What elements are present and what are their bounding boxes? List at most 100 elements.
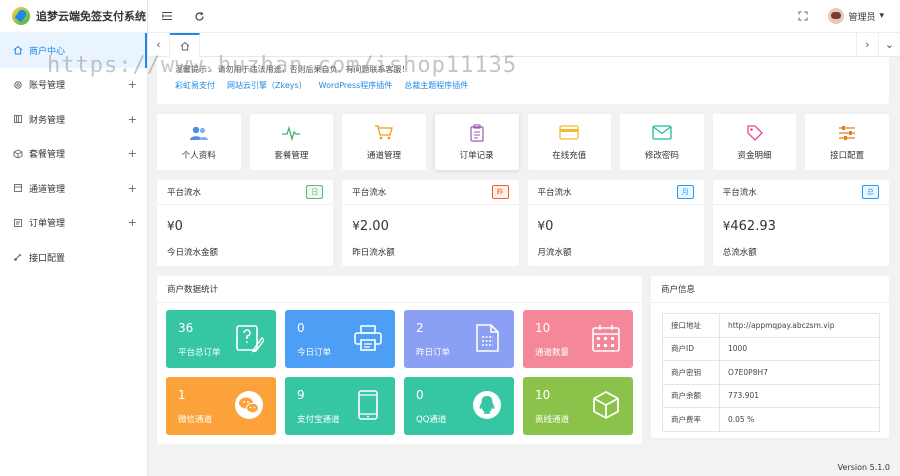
ledger-icon (12, 113, 24, 125)
menu-toggle-icon[interactable] (158, 7, 176, 25)
tile-wechat-channel[interactable]: 1 微信通道 (166, 377, 276, 435)
quick-change-password[interactable]: 修改密码 (620, 114, 704, 170)
tab-scroll-right-icon[interactable]: › (856, 32, 878, 57)
tab-menu-chevron-down-icon[interactable]: ⌄ (878, 32, 900, 57)
quick-label: 修改密码 (644, 150, 679, 161)
notice-link[interactable]: 网站云引擎（Zkeys） (227, 80, 307, 91)
notice-links: 彩虹易支付 网站云引擎（Zkeys） WordPress程序插件 总裁主题程序插… (175, 80, 871, 91)
quick-funds[interactable]: 资金明细 (712, 114, 797, 170)
stat-card-month: 平台流水 月 ¥0 月流水额 (527, 180, 704, 266)
order-icon (12, 217, 24, 229)
info-key: 商户余额 (662, 383, 720, 408)
stat-cards: 平台流水 日 ¥0 今日流水金额 平台流水 昨 ¥2.00 昨日流水额 平台流水 月 … (157, 180, 889, 266)
pulse-icon (281, 124, 301, 142)
expand-icon[interactable]: + (128, 113, 137, 126)
stat-card-total: 平台流水 总 ¥462.93 总流水额 (712, 180, 889, 266)
sidebar-item-package[interactable]: 套餐管理 + (0, 137, 147, 172)
notice-link[interactable]: 彩虹易支付 (175, 80, 215, 91)
stat-value: ¥0 (167, 219, 183, 234)
app-logo[interactable]: 追梦云端免签支付系统 (0, 0, 147, 33)
stat-label: 今日流水金额 (167, 248, 219, 258)
app-title: 追梦云端免签支付系统 (36, 10, 146, 23)
info-key: 接口地址 (662, 313, 720, 338)
stat-card-today: 平台流水 日 ¥0 今日流水金额 (157, 180, 334, 266)
quick-channel[interactable]: 通道管理 (342, 114, 426, 170)
rocket-logo-icon (12, 7, 30, 25)
tile-yesterday-orders[interactable]: 2 昨日订单 (404, 310, 514, 368)
status-badge: 昨 (491, 185, 509, 199)
sidebar-item-label: 通道管理 (29, 184, 66, 195)
version-text: Version 5.1.0 (837, 463, 890, 472)
tile-alipay-channel[interactable]: 9 支付宝通道 (285, 377, 395, 435)
expand-icon[interactable]: + (128, 182, 137, 195)
info-key: 商户费率 (662, 407, 720, 432)
expand-icon[interactable]: + (128, 78, 137, 91)
quick-orders[interactable]: 订单记录 (434, 114, 519, 170)
merchant-stats-panel: 商户数据统计 36 平台总订单 0 今日订单 2 昨日订单 10 通道数量 1 … (157, 276, 642, 444)
cart-icon (374, 124, 394, 142)
avatar (828, 8, 845, 24)
tile-offline-channel[interactable]: 10 离线通道 (523, 377, 633, 435)
tab-scroll-left-icon[interactable]: ‹ (148, 32, 170, 57)
tile-label: 离线通道 (535, 415, 570, 425)
tab-home[interactable] (170, 32, 200, 57)
tile-channel-count[interactable]: 10 通道数量 (523, 310, 633, 368)
refresh-icon[interactable] (190, 7, 208, 25)
quick-package[interactable]: 套餐管理 (249, 114, 334, 170)
tab-bar: ‹ › ⌄ (148, 32, 900, 57)
stat-card-yesterday: 平台流水 昨 ¥2.00 昨日流水额 (342, 180, 519, 266)
table-row: 接口地址 http://appmqpay.abczsm.vip (662, 313, 880, 338)
quick-label: 接口配置 (830, 150, 865, 161)
sidebar-item-order[interactable]: 订单管理 + (0, 206, 147, 241)
sidebar-nav: 商户中心 账号管理 + 财务管理 + 套餐管理 + 通道管理 + 订单管理 + … (0, 33, 147, 275)
home-icon (12, 44, 24, 56)
tile-qq-channel[interactable]: 0 QQ通道 (404, 377, 514, 435)
table-row: 商户密钥 O7E0P8H7 (662, 360, 880, 385)
stat-value: ¥0 (537, 219, 554, 234)
notice-panel: 温馨提示： 请勿用于违法用途，否则后果自负，有问题联系客服！ 彩虹易支付 网站云… (157, 57, 889, 104)
notice-link[interactable]: 总裁主题程序插件 (404, 80, 468, 91)
cube-icon (593, 391, 619, 419)
quick-label: 通道管理 (367, 150, 402, 161)
merchant-info-table: 接口地址 http://appmqpay.abczsm.vip 商户ID 1000 … (662, 313, 880, 432)
sidebar-item-label: 财务管理 (29, 115, 66, 126)
sidebar-item-api-config[interactable]: 接口配置 (0, 240, 147, 275)
users-icon (189, 124, 209, 142)
tile-label: 今日订单 (297, 348, 332, 358)
table-row: 商户余额 773.901 (662, 383, 880, 408)
sidebar-item-finance[interactable]: 财务管理 + (0, 102, 147, 137)
config-icon (12, 251, 24, 263)
notice-link[interactable]: WordPress程序插件 (319, 80, 393, 91)
quick-label: 套餐管理 (274, 150, 309, 161)
chevron-down-icon: ▾ (879, 11, 884, 21)
fullscreen-icon[interactable] (794, 7, 812, 25)
sliders-icon (837, 124, 857, 142)
sidebar-item-merchant-center[interactable]: 商户中心 (0, 33, 147, 68)
tag-icon (745, 124, 765, 142)
notice-text: 温馨提示： 请勿用于违法用途，否则后果自负，有问题联系客服！ (175, 65, 410, 74)
tile-total-orders[interactable]: 36 平台总订单 (166, 310, 276, 368)
mail-icon (652, 124, 672, 142)
order-edit-icon (236, 325, 264, 353)
quick-api-config[interactable]: 接口配置 (805, 114, 889, 170)
stat-label: 总流水额 (722, 248, 757, 258)
clipboard-icon (467, 123, 487, 142)
stat-tiles: 36 平台总订单 0 今日订单 2 昨日订单 10 通道数量 1 微信通道 9 … (166, 310, 633, 435)
quick-recharge[interactable]: 在线充值 (527, 114, 612, 170)
status-badge: 日 (306, 185, 324, 199)
sidebar-item-label: 套餐管理 (29, 150, 66, 161)
quick-label: 个人资料 (181, 150, 216, 161)
expand-icon[interactable]: + (128, 147, 137, 160)
sidebar-item-account[interactable]: 账号管理 + (0, 68, 147, 103)
table-row: 商户ID 1000 (662, 336, 880, 361)
info-value: 0.05 % (719, 407, 880, 432)
expand-icon[interactable]: + (128, 216, 137, 229)
quick-label: 在线充值 (552, 150, 587, 161)
status-badge: 总 (862, 185, 879, 199)
tile-today-orders[interactable]: 0 今日订单 (285, 310, 395, 368)
sidebar-item-channel[interactable]: 通道管理 + (0, 171, 147, 206)
top-header: 管理员 ▾ (148, 0, 900, 33)
quick-profile[interactable]: 个人资料 (157, 114, 241, 170)
table-row: 商户费率 0.05 % (662, 407, 880, 432)
user-menu[interactable]: 管理员 ▾ (828, 8, 884, 24)
